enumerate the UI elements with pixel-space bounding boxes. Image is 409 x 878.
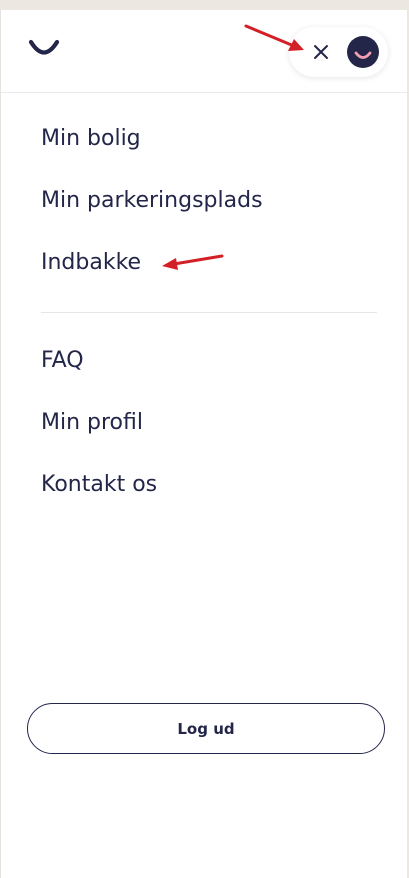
close-icon[interactable] bbox=[309, 40, 333, 64]
nav-item-min-bolig[interactable]: Min bolig bbox=[41, 108, 381, 170]
nav-item-faq[interactable]: FAQ bbox=[41, 330, 381, 392]
nav-item-indbakke[interactable]: Indbakke bbox=[41, 232, 381, 294]
smile-logo-icon[interactable] bbox=[27, 37, 61, 61]
header-actions bbox=[289, 27, 388, 77]
menu-divider bbox=[41, 312, 377, 313]
main-navigation: Min bolig Min parkeringsplads Indbakke F… bbox=[41, 108, 381, 516]
logout-button[interactable]: Log ud bbox=[27, 703, 385, 754]
menu-panel: Min bolig Min parkeringsplads Indbakke F… bbox=[0, 10, 407, 878]
menu-header bbox=[1, 10, 407, 93]
nav-item-min-profil[interactable]: Min profil bbox=[41, 392, 381, 454]
nav-item-kontakt-os[interactable]: Kontakt os bbox=[41, 454, 381, 516]
nav-item-min-parkeringsplads[interactable]: Min parkeringsplads bbox=[41, 170, 381, 232]
smiley-avatar-icon[interactable] bbox=[347, 36, 379, 68]
